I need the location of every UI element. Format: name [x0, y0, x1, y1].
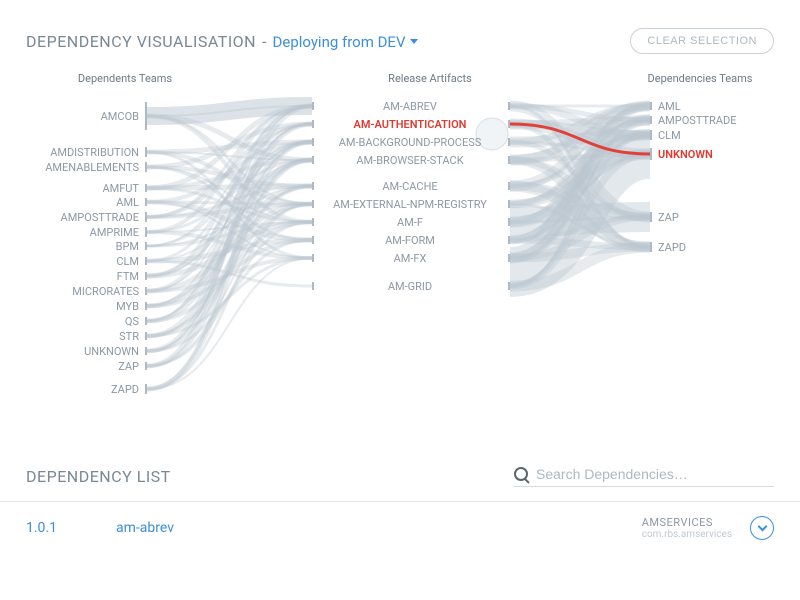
sankey-node-label[interactable]: BPM: [116, 240, 139, 253]
clear-selection-button[interactable]: CLEAR SELECTION: [630, 28, 774, 54]
sankey-node-bar[interactable]: [145, 184, 147, 192]
sankey-node-label[interactable]: AMENABLEMENTS: [45, 161, 139, 174]
sankey-node-label[interactable]: AM-BACKGROUND-PROCESS: [320, 136, 500, 149]
sankey-node-label[interactable]: AMPRIME: [90, 226, 139, 239]
sankey-node-label[interactable]: CLM: [658, 129, 681, 142]
dep-list-title: DEPENDENCY LIST: [26, 467, 171, 486]
sankey-node-label[interactable]: AMPOSTTRADE: [61, 211, 139, 224]
sankey-node-bar[interactable]: [508, 182, 510, 190]
sankey-node-label[interactable]: AMPOSTTRADE: [658, 114, 736, 127]
sankey-node-label[interactable]: AM-FX: [320, 252, 500, 265]
sankey-node-bar[interactable]: [312, 102, 314, 110]
sankey-node-bar[interactable]: [145, 332, 147, 340]
sankey-node-bar[interactable]: [650, 212, 652, 222]
dep-version: 1.0.1: [26, 520, 116, 536]
sankey-node-bar[interactable]: [145, 287, 147, 295]
sankey-node-bar[interactable]: [508, 282, 510, 290]
sankey-node-bar[interactable]: [508, 120, 510, 128]
sankey-node-label[interactable]: ZAP: [118, 360, 139, 373]
sankey-node-bar[interactable]: [145, 212, 147, 222]
sankey-node-bar[interactable]: [312, 200, 314, 208]
search-wrapper[interactable]: [514, 466, 774, 487]
sankey-node-label[interactable]: AM-CACHE: [320, 180, 500, 193]
sankey-node-bar[interactable]: [650, 242, 652, 252]
sankey-node-label[interactable]: UNKNOWN: [658, 148, 713, 161]
sankey-node-bar[interactable]: [312, 120, 314, 128]
sankey-node-bar[interactable]: [508, 236, 510, 244]
sankey-node-label[interactable]: MICRORATES: [72, 285, 139, 298]
sankey-node-bar[interactable]: [145, 102, 147, 130]
sankey-node-bar[interactable]: [145, 242, 147, 250]
sankey-node-label[interactable]: AM-FORM: [320, 234, 500, 247]
sankey-node-bar[interactable]: [312, 218, 314, 226]
search-input[interactable]: [536, 466, 774, 482]
sankey-node-label[interactable]: AM-ABREV: [320, 100, 500, 113]
sankey-node-bar[interactable]: [145, 257, 147, 265]
deploy-source-label: Deploying from DEV: [273, 33, 406, 51]
sankey-node-label[interactable]: QS: [125, 315, 139, 328]
sankey-node-label[interactable]: AM-EXTERNAL-NPM-REGISTRY: [320, 198, 500, 211]
sankey-node-bar[interactable]: [312, 156, 314, 164]
sankey-node-bar[interactable]: [312, 236, 314, 244]
sankey-node-label[interactable]: CLM: [116, 255, 139, 268]
sankey-node-bar[interactable]: [650, 102, 652, 110]
sankey-node-bar[interactable]: [145, 272, 147, 280]
sankey-node-label[interactable]: AM-F: [320, 216, 500, 229]
sankey-node-label[interactable]: ZAP: [658, 211, 679, 224]
sankey-node-bar[interactable]: [508, 102, 510, 110]
dep-package: com.rbs.amservices: [642, 529, 732, 540]
sankey-node-label[interactable]: MYB: [116, 300, 139, 313]
sankey-node-bar[interactable]: [650, 116, 652, 124]
deploy-source-dropdown[interactable]: Deploying from DEV: [273, 33, 418, 51]
sankey-node-label[interactable]: UNKNOWN: [84, 345, 139, 358]
sankey-node-bar[interactable]: [145, 317, 147, 325]
sankey-node-bar[interactable]: [508, 218, 510, 226]
sankey-node-bar[interactable]: [650, 148, 652, 160]
sankey-node-bar[interactable]: [145, 227, 147, 237]
chevron-down-icon: [757, 522, 767, 532]
sankey-node-label[interactable]: AM-BROWSER-STACK: [320, 154, 500, 167]
sankey-node-bar[interactable]: [145, 162, 147, 172]
sankey-node-label[interactable]: ZAPD: [111, 383, 139, 396]
sankey-node-bar[interactable]: [312, 182, 314, 190]
sankey-node-bar[interactable]: [145, 362, 147, 370]
sankey-node-bar[interactable]: [145, 147, 147, 157]
sankey-node-bar[interactable]: [145, 384, 147, 394]
sankey-node-label[interactable]: ZAPD: [658, 241, 686, 254]
page-title: DEPENDENCY VISUALISATION: [26, 32, 256, 51]
sankey-node-bar[interactable]: [145, 302, 147, 310]
dep-team: AMSERVICES: [642, 516, 713, 529]
sankey-node-label[interactable]: AMCOB: [101, 110, 139, 123]
column-header-mid: Release Artifacts: [340, 72, 520, 85]
dep-name[interactable]: am-abrev: [116, 520, 642, 536]
column-header-left: Dependents Teams: [65, 72, 185, 85]
sankey-node-bar[interactable]: [145, 198, 147, 206]
sankey-node-label[interactable]: FTM: [117, 270, 139, 283]
chevron-down-icon: [410, 39, 418, 44]
sankey-node-label[interactable]: AMDISTRIBUTION: [50, 146, 139, 159]
search-icon: [514, 467, 528, 481]
sankey-node-label[interactable]: STR: [119, 330, 139, 343]
column-header-right: Dependencies Teams: [640, 72, 760, 85]
sankey-node-bar[interactable]: [312, 138, 314, 146]
sankey-node-bar[interactable]: [312, 282, 314, 290]
sankey-node-label[interactable]: AMFUT: [102, 182, 139, 195]
sankey-node-label[interactable]: AML: [116, 196, 139, 209]
title-separator: -: [262, 32, 266, 51]
sankey-diagram[interactable]: Dependents Teams Release Artifacts Depen…: [0, 72, 800, 442]
sankey-node-bar[interactable]: [508, 200, 510, 208]
sankey-node-label[interactable]: AM-GRID: [320, 280, 500, 293]
sankey-node-bar[interactable]: [312, 254, 314, 262]
expand-row-button[interactable]: [750, 516, 774, 540]
sankey-node-label[interactable]: AML: [658, 100, 681, 113]
sankey-node-bar[interactable]: [650, 130, 652, 140]
sankey-node-bar[interactable]: [508, 156, 510, 164]
dep-list-row[interactable]: 1.0.1 am-abrev AMSERVICES com.rbs.amserv…: [0, 501, 800, 554]
sankey-node-bar[interactable]: [508, 254, 510, 262]
sankey-node-bar[interactable]: [508, 138, 510, 146]
sankey-node-label[interactable]: AM-AUTHENTICATION: [320, 118, 500, 131]
sankey-node-bar[interactable]: [145, 347, 147, 355]
